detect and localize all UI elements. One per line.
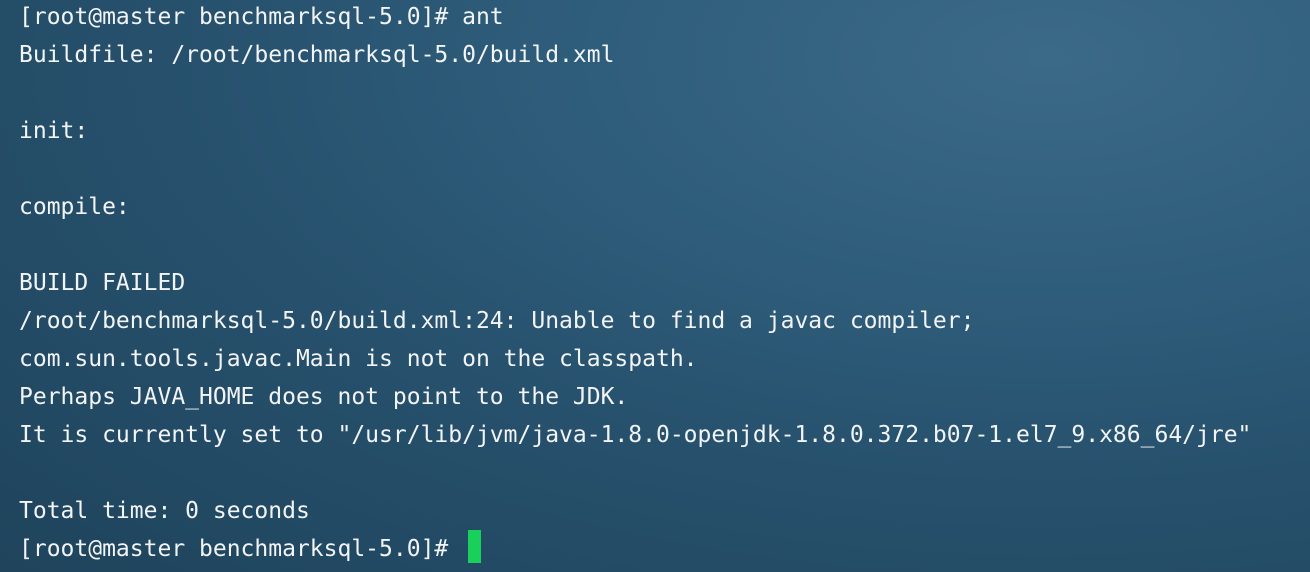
terminal-cursor[interactable] [468,530,482,563]
terminal-line-command: [root@master benchmarksql-5.0]# ant [19,4,504,30]
terminal-line-java-home: Perhaps JAVA_HOME does not point to the … [19,384,629,410]
terminal-line-compile: compile: [19,194,130,220]
terminal-line-init: init: [19,118,89,144]
terminal-line-error: /root/benchmarksql-5.0/build.xml:24: Una… [19,308,975,334]
shell-prompt: [root@master benchmarksql-5.0]# [19,536,463,562]
terminal-line-buildfile: Buildfile: /root/benchmarksql-5.0/build.… [19,42,615,68]
terminal-line-build-failed: BUILD FAILED [19,270,186,296]
terminal-line-total-time: Total time: 0 seconds [19,498,310,524]
terminal-line-current-set: It is currently set to "/usr/lib/jvm/jav… [19,422,1252,448]
terminal-line-classpath: com.sun.tools.javac.Main is not on the c… [19,346,698,372]
terminal-prompt-line[interactable]: [root@master benchmarksql-5.0]# [19,530,482,568]
terminal-window[interactable]: [root@master benchmarksql-5.0]# ant Buil… [0,0,1310,572]
